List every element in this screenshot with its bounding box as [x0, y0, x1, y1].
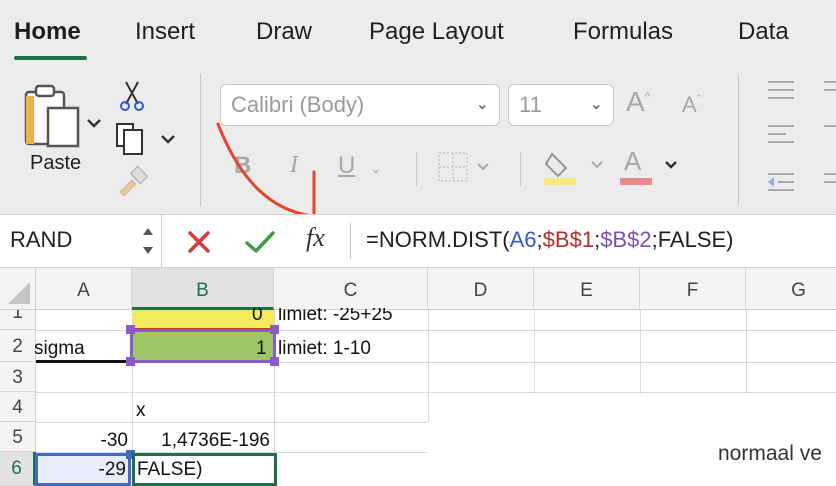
gridline — [36, 392, 836, 393]
grow-font-button[interactable]: A^ — [626, 86, 650, 118]
paste-label: Paste — [30, 152, 82, 174]
shrink-font-icon: A — [682, 92, 697, 117]
name-box-value: RAND — [10, 227, 73, 252]
borders-button[interactable] — [436, 150, 496, 189]
chart-title-fragment: normaal ve — [718, 442, 822, 465]
ref-handle[interactable] — [126, 325, 135, 334]
row-header-5[interactable]: 5 — [0, 422, 36, 452]
row-header-1[interactable]: 1 — [0, 310, 36, 330]
row-header-4[interactable]: 4 — [0, 392, 36, 422]
underline-button[interactable]: U — [338, 152, 355, 180]
ref-handle[interactable] — [126, 357, 135, 366]
row-header-2[interactable]: 2 — [0, 330, 36, 362]
grow-font-icon: A — [626, 86, 645, 117]
chevron-down-icon: ⌄ — [589, 96, 603, 113]
chevron-down-icon: ⌄ — [475, 96, 489, 113]
enter-check-icon[interactable] — [244, 229, 276, 255]
font-color-letter: A — [624, 146, 642, 176]
font-size-value: 11 — [519, 92, 542, 117]
formula-input[interactable]: =NORM.DIST(A6;$B$1;$B$2;FALSE) — [366, 227, 734, 253]
fill-color-button[interactable] — [542, 146, 606, 195]
cut-icon[interactable] — [116, 78, 150, 117]
cell-a2-value: sigma — [34, 338, 85, 359]
worksheet-grid[interactable]: A B C D E F G 1 2 3 4 5 6 normaal ve 0 l… — [0, 268, 836, 486]
cell-b4-value: x — [136, 400, 146, 421]
paste-icon — [24, 84, 101, 148]
font-size-select[interactable]: 11 ⌄ — [508, 84, 614, 126]
format-painter-icon[interactable] — [116, 164, 150, 203]
formula-part: ;FALSE) — [651, 227, 734, 252]
align-icon — [768, 81, 836, 191]
name-box-stepper-icon[interactable] — [140, 223, 156, 259]
cell-b1-value: 0 — [252, 308, 263, 325]
tab-data[interactable]: Data — [738, 18, 789, 46]
col-header-g[interactable]: G — [746, 268, 836, 310]
formula-part: =NORM.DIST( — [366, 227, 510, 252]
cancel-icon[interactable] — [186, 229, 212, 255]
select-all-icon — [8, 282, 30, 304]
gridline — [36, 422, 428, 423]
cell-c2-value: limiet: 1-10 — [278, 338, 371, 359]
cell-a6-value: -29 — [98, 459, 126, 480]
ribbon-home-panel: Paste Calibri (Body) ⌄ 11 ⌄ A^ Aˇ B I U … — [0, 66, 836, 214]
ref-handle[interactable] — [270, 357, 279, 366]
row-header-6[interactable]: 6 — [0, 452, 36, 486]
col-header-b[interactable]: B — [132, 268, 274, 310]
formula-part: $B$1 — [542, 227, 595, 252]
col-header-f[interactable]: F — [640, 268, 746, 310]
ribbon-separator — [738, 74, 739, 206]
cell-a2-bottom-border — [36, 360, 132, 363]
fill-color-icon — [544, 152, 603, 185]
formula-part: A6 — [509, 227, 537, 252]
ref-handle[interactable] — [270, 325, 279, 334]
cell-a1-fragment — [36, 310, 46, 330]
tab-draw[interactable]: Draw — [256, 18, 312, 46]
row-header-3[interactable]: 3 — [0, 362, 36, 392]
paste-button[interactable] — [22, 80, 102, 160]
cell-a5-value: -30 — [100, 430, 128, 451]
ribbon-separator — [520, 152, 521, 186]
col-header-a[interactable]: A — [36, 268, 132, 310]
ref-border-b2 — [130, 329, 276, 363]
formula-separator — [350, 223, 351, 259]
cell-b6-value: FALSE) — [137, 459, 203, 480]
chevron-down-icon[interactable]: ⌄ — [370, 160, 382, 177]
col-header-d[interactable]: D — [428, 268, 534, 310]
gridline — [746, 310, 747, 394]
col-header-c[interactable]: C — [274, 268, 428, 310]
insert-function-button[interactable]: fx — [306, 223, 325, 253]
formula-bar: RAND fx =NORM.DIST(A6;$B$1;$B$2;FALSE) — [0, 214, 836, 268]
borders-icon — [438, 152, 489, 182]
ribbon-separator — [416, 152, 417, 186]
copy-icon[interactable] — [114, 122, 178, 161]
alignment-controls[interactable] — [764, 78, 836, 203]
ribbon-tab-bar: Home Insert Draw Page Layout Formulas Da… — [0, 0, 836, 66]
gridline — [534, 310, 535, 394]
formula-part: $B$2 — [600, 227, 652, 252]
active-tab-indicator — [14, 56, 87, 60]
tab-home[interactable]: Home — [14, 18, 81, 46]
select-all-corner[interactable] — [0, 268, 36, 310]
shrink-font-button[interactable]: Aˇ — [682, 92, 701, 118]
gridline — [640, 310, 641, 394]
cell-c1-value: limiet: -25+25 — [278, 308, 393, 325]
name-box[interactable]: RAND — [0, 215, 162, 267]
font-color-button[interactable]: A — [618, 144, 682, 195]
cell-b5-value: 1,4736E-196 — [161, 430, 270, 451]
tab-formulas[interactable]: Formulas — [573, 18, 673, 46]
tab-insert[interactable]: Insert — [135, 18, 195, 46]
col-header-e[interactable]: E — [534, 268, 640, 310]
tab-page-layout[interactable]: Page Layout — [369, 18, 504, 46]
